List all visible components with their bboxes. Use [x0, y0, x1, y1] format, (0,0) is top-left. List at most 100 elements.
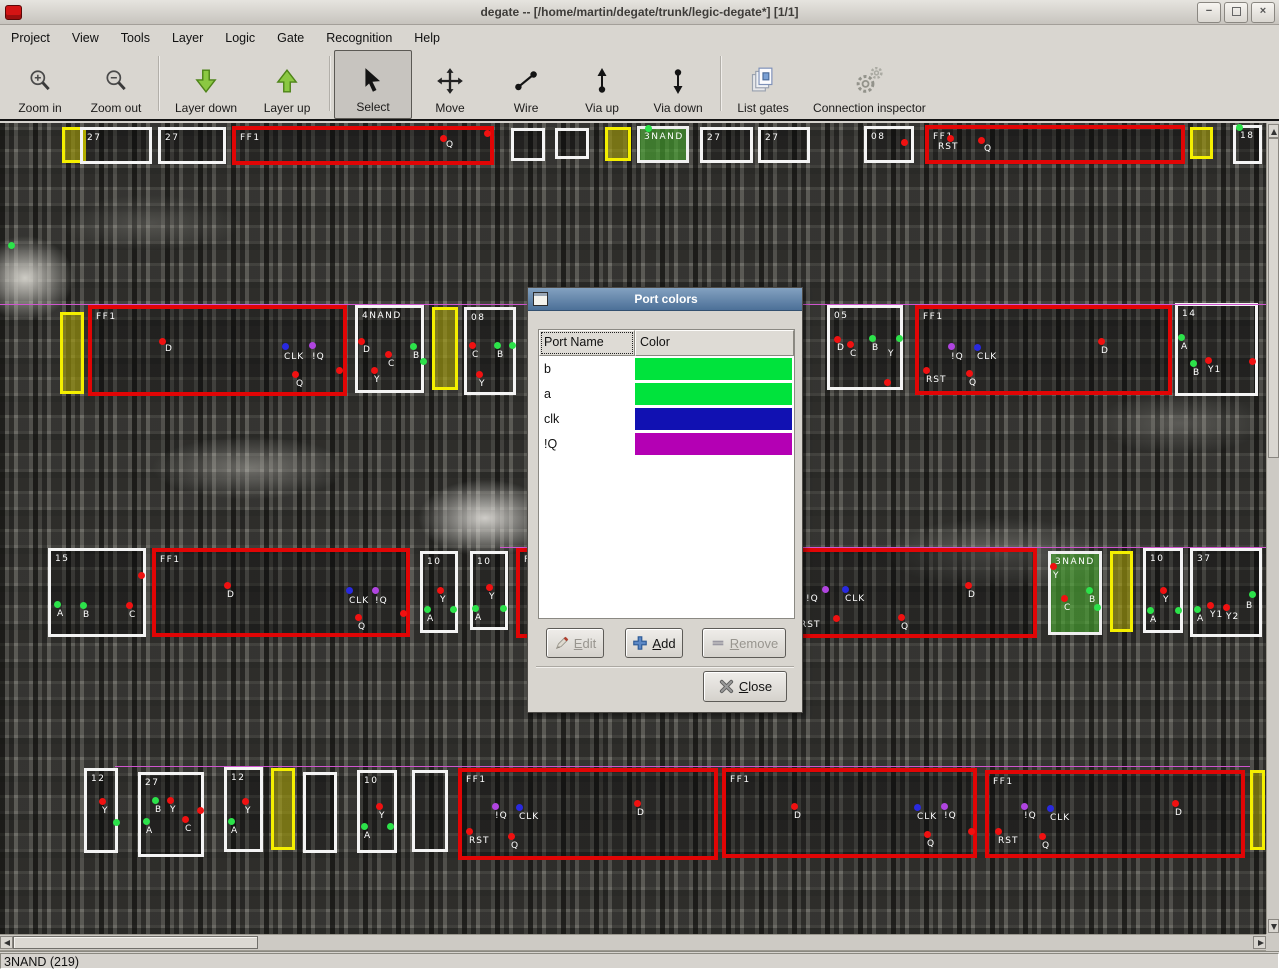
port-dot-red[interactable]	[884, 379, 891, 386]
port-dot-purple[interactable]	[941, 803, 948, 810]
port-dot-green[interactable]	[1236, 124, 1243, 131]
menu-item-layer[interactable]: Layer	[161, 27, 214, 49]
port-dot-green[interactable]	[1190, 360, 1197, 367]
gate-box-27[interactable]: 27	[758, 127, 810, 163]
layer-up-button[interactable]: Layer up	[249, 50, 325, 119]
port-dot-green[interactable]	[896, 335, 903, 342]
port-dot-purple[interactable]	[948, 343, 955, 350]
port-dot-blue[interactable]	[842, 586, 849, 593]
port-dot-green[interactable]	[494, 342, 501, 349]
port-dot-red[interactable]	[486, 584, 493, 591]
port-dot-green[interactable]	[152, 797, 159, 804]
port-dot-red[interactable]	[924, 831, 931, 838]
zoom-out-button[interactable]: Zoom out	[78, 50, 154, 119]
gate-box-12[interactable]: 12	[224, 767, 263, 852]
port-dot-red[interactable]	[466, 828, 473, 835]
gate-box-ff1[interactable]: FF1	[232, 126, 494, 165]
port-color-swatch[interactable]	[635, 358, 792, 380]
menu-item-logic[interactable]: Logic	[214, 27, 266, 49]
port-dot-blue[interactable]	[516, 804, 523, 811]
port-color-swatch[interactable]	[635, 408, 792, 430]
port-dot-blue[interactable]	[1047, 805, 1054, 812]
remove-button[interactable]: Remove	[702, 628, 786, 658]
port-dot-red[interactable]	[1050, 563, 1057, 570]
gate-box-ff1[interactable]: FF1	[88, 305, 347, 396]
port-dot-green[interactable]	[228, 818, 235, 825]
port-dot-red[interactable]	[437, 587, 444, 594]
port-dot-red[interactable]	[947, 135, 954, 142]
wire-annotation[interactable]	[115, 766, 1250, 767]
port-dot-red[interactable]	[336, 367, 343, 374]
port-dot-green[interactable]	[361, 823, 368, 830]
column-header-color[interactable]: Color	[635, 330, 794, 356]
port-dot-green[interactable]	[1249, 591, 1256, 598]
titlebar[interactable]: degate -- [/home/martin/degate/trunk/leg…	[0, 0, 1279, 25]
menu-item-help[interactable]: Help	[403, 27, 451, 49]
port-dot-red[interactable]	[634, 800, 641, 807]
gate-box-3nand[interactable]: 3NAND	[637, 126, 689, 163]
scroll-down-icon[interactable]	[1268, 919, 1279, 933]
port-color-swatch[interactable]	[635, 383, 792, 405]
move-button[interactable]: Move	[412, 50, 488, 119]
port-dot-green[interactable]	[387, 823, 394, 830]
gate-box-ff1[interactable]: FF1	[152, 548, 410, 637]
port-dot-blue[interactable]	[282, 343, 289, 350]
horizontal-scrollbar[interactable]	[0, 934, 1266, 951]
connection-inspector-button[interactable]: Connection inspector	[801, 50, 938, 119]
port-dot-red[interactable]	[242, 798, 249, 805]
port-color-swatch[interactable]	[635, 433, 792, 455]
port-dot-green[interactable]	[645, 125, 652, 132]
port-dot-green[interactable]	[1194, 606, 1201, 613]
gate-box[interactable]	[432, 307, 458, 390]
gate-box-27[interactable]: 27	[158, 127, 226, 164]
port-dot-red[interactable]	[224, 582, 231, 589]
port-color-row[interactable]: !Q	[539, 431, 794, 456]
port-dot-red[interactable]	[138, 572, 145, 579]
port-dot-green[interactable]	[1178, 334, 1185, 341]
vertical-scrollbar[interactable]	[1266, 123, 1279, 934]
port-dot-red[interactable]	[197, 807, 204, 814]
layer-down-button[interactable]: Layer down	[163, 50, 249, 119]
via-up-button[interactable]: Via up	[564, 50, 640, 119]
gate-box-10[interactable]: 10	[357, 770, 397, 853]
port-dot-red[interactable]	[968, 828, 975, 835]
gate-box[interactable]	[303, 772, 337, 853]
vertical-scroll-thumb[interactable]	[1268, 138, 1279, 458]
port-dot-green[interactable]	[143, 818, 150, 825]
port-color-row[interactable]: b	[539, 356, 794, 381]
port-dot-purple[interactable]	[372, 587, 379, 594]
port-dot-red[interactable]	[508, 833, 515, 840]
port-color-row[interactable]: a	[539, 381, 794, 406]
close-button[interactable]: Close	[703, 671, 787, 702]
port-dot-red[interactable]	[469, 342, 476, 349]
port-dot-green[interactable]	[450, 606, 457, 613]
port-dot-blue[interactable]	[974, 344, 981, 351]
port-dot-purple[interactable]	[492, 803, 499, 810]
gate-box[interactable]	[60, 312, 84, 394]
port-dot-red[interactable]	[901, 139, 908, 146]
gate-box[interactable]	[511, 128, 545, 161]
gate-box[interactable]	[412, 770, 448, 852]
gate-box-15[interactable]: 15	[48, 548, 146, 637]
gate-box-18[interactable]: 18	[1233, 125, 1262, 164]
port-dot-red[interactable]	[978, 137, 985, 144]
port-dot-green[interactable]	[1147, 607, 1154, 614]
gate-box-12[interactable]: 12	[84, 768, 118, 853]
port-dot-green[interactable]	[509, 342, 516, 349]
gate-box[interactable]	[1110, 551, 1133, 632]
column-header-port-name[interactable]: Port Name	[539, 330, 635, 356]
scroll-left-icon[interactable]	[0, 936, 13, 949]
port-dot-purple[interactable]	[309, 342, 316, 349]
port-dot-red[interactable]	[292, 371, 299, 378]
port-dot-purple[interactable]	[1021, 803, 1028, 810]
port-dot-red[interactable]	[923, 367, 930, 374]
gate-box[interactable]	[1250, 770, 1265, 850]
close-window-icon[interactable]: ×	[1251, 2, 1275, 23]
menu-item-view[interactable]: View	[61, 27, 110, 49]
port-dot-green[interactable]	[424, 606, 431, 613]
port-dot-red[interactable]	[1223, 604, 1230, 611]
wire-button[interactable]: Wire	[488, 50, 564, 119]
port-dot-red[interactable]	[847, 341, 854, 348]
port-dot-red[interactable]	[1205, 357, 1212, 364]
port-dot-green[interactable]	[113, 819, 120, 826]
